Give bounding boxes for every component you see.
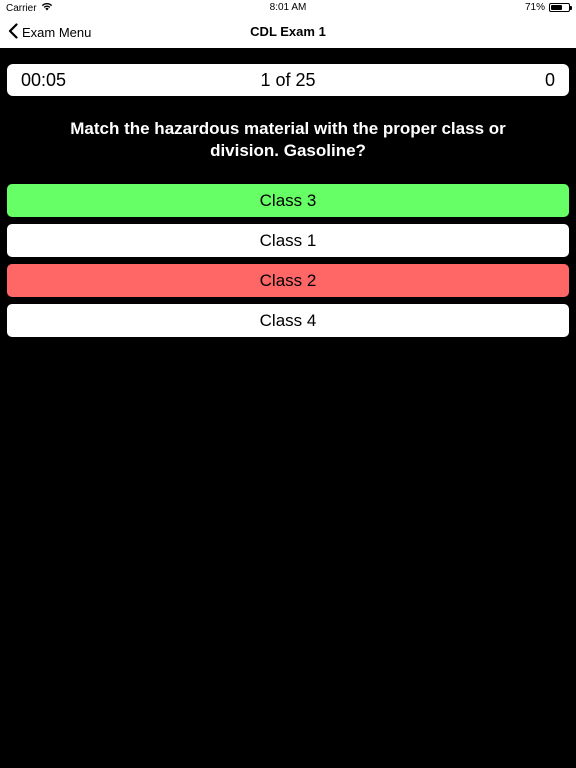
back-button[interactable]: Exam Menu	[8, 21, 91, 43]
battery-icon	[549, 3, 572, 12]
answer-list: Class 3 Class 1 Class 2 Class 4	[7, 184, 569, 344]
answer-option[interactable]: Class 1	[7, 224, 569, 257]
chevron-left-icon	[8, 22, 18, 42]
score: 0	[544, 70, 555, 90]
answer-option[interactable]: Class 3	[7, 184, 569, 217]
status-bar: Carrier 8:01 AM 71%	[0, 0, 576, 16]
screen: Carrier 8:01 AM 71% Exam Menu CDL Exam 1…	[0, 0, 576, 768]
navigation-bar: Exam Menu CDL Exam 1	[0, 16, 576, 48]
battery-percent: 71%	[524, 2, 545, 13]
back-button-label: Exam Menu	[22, 24, 92, 40]
battery-tip	[570, 6, 572, 10]
battery-fill	[551, 5, 562, 10]
question-text: Match the hazardous material with the pr…	[70, 119, 506, 160]
question-progress: 1 of 25	[260, 70, 316, 90]
answer-option[interactable]: Class 2	[7, 264, 569, 297]
exam-info-bar: 00:05 1 of 25 0	[7, 64, 569, 96]
status-right: 71%	[524, 2, 572, 13]
status-time: 8:01 AM	[269, 2, 307, 13]
answer-option[interactable]: Class 4	[7, 304, 569, 337]
